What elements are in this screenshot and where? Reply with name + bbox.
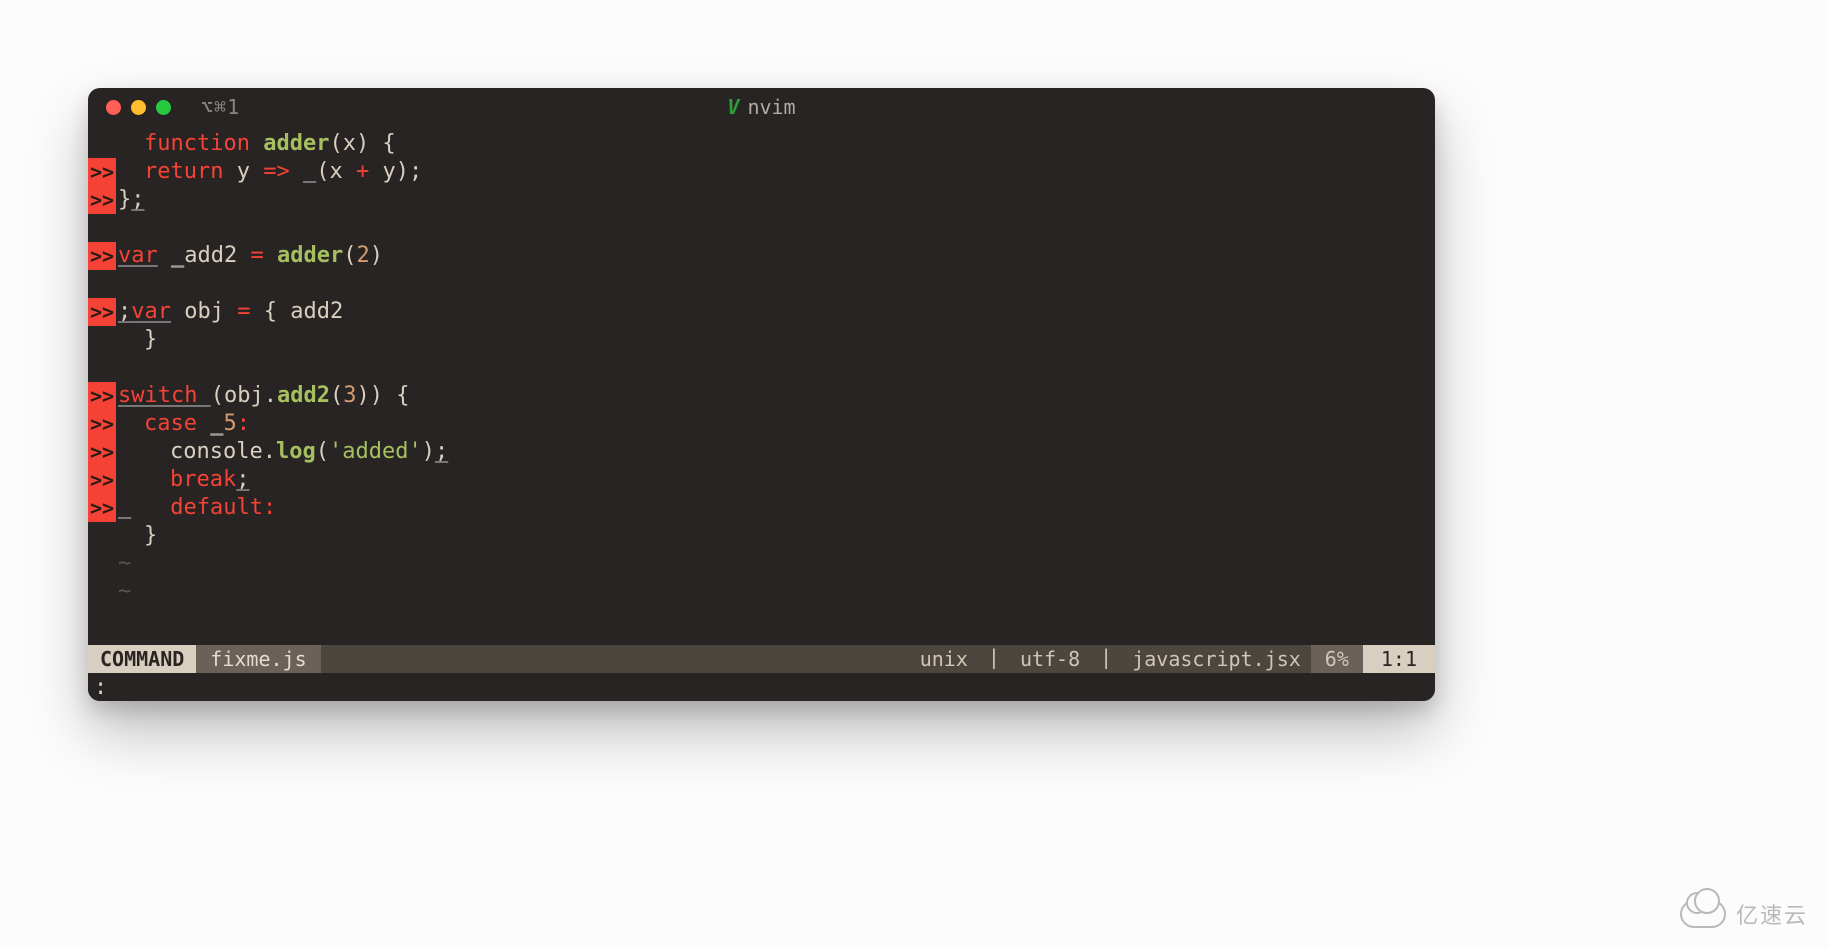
- code-line[interactable]: >>;var obj = { add2: [88, 298, 1435, 326]
- gutter: [88, 214, 116, 242]
- window-title: V nvim: [88, 95, 1435, 119]
- code-content: ;var obj = { add2: [116, 298, 343, 326]
- cloud-icon: [1680, 900, 1726, 928]
- statusline: COMMAND fixme.js unix | utf-8 | javascri…: [88, 645, 1435, 673]
- gutter: [88, 326, 116, 354]
- status-sep: |: [1090, 645, 1122, 673]
- error-sign: >>: [88, 410, 116, 438]
- close-button[interactable]: [106, 100, 121, 115]
- status-encoding: utf-8: [1010, 645, 1090, 673]
- error-sign: >>: [88, 466, 116, 494]
- code-line[interactable]: function adder(x) {: [88, 130, 1435, 158]
- error-sign: >>: [88, 158, 116, 186]
- code-content: default:: [116, 494, 276, 522]
- watermark: 亿速云: [1680, 898, 1808, 930]
- code-content: }: [116, 326, 157, 354]
- error-sign: >>: [88, 494, 116, 522]
- code-content: break;: [116, 466, 249, 494]
- error-sign: >>: [88, 242, 116, 270]
- code-line[interactable]: [88, 214, 1435, 242]
- maximize-button[interactable]: [156, 100, 171, 115]
- code-line[interactable]: >> default:: [88, 494, 1435, 522]
- code-line[interactable]: ~: [88, 550, 1435, 578]
- status-percent: 6%: [1311, 645, 1363, 673]
- code-content: function adder(x) {: [116, 130, 396, 158]
- code-line[interactable]: }: [88, 326, 1435, 354]
- code-content: ~: [116, 578, 144, 606]
- code-content: [116, 270, 118, 298]
- code-line[interactable]: >>break;: [88, 466, 1435, 494]
- gutter: [88, 578, 116, 606]
- status-fileformat: unix: [910, 645, 978, 673]
- gutter: [88, 130, 116, 158]
- code-content: };: [116, 186, 145, 214]
- window-tab-label: ⌥⌘1: [201, 95, 240, 119]
- watermark-text: 亿速云: [1736, 898, 1808, 930]
- code-line[interactable]: >>switch (obj.add2(3)) {: [88, 382, 1435, 410]
- terminal-window: ⌥⌘1 V nvim function adder(x) {>>return y…: [88, 88, 1435, 701]
- app-title: nvim: [747, 95, 795, 119]
- gutter: [88, 270, 116, 298]
- code-line[interactable]: [88, 270, 1435, 298]
- code-line[interactable]: [88, 354, 1435, 382]
- error-sign: >>: [88, 298, 116, 326]
- code-line[interactable]: }: [88, 522, 1435, 550]
- code-content: return y => (x + y);: [116, 158, 422, 186]
- error-sign: >>: [88, 186, 116, 214]
- code-content: }: [116, 522, 157, 550]
- status-filetype: javascript.jsx: [1122, 645, 1311, 673]
- status-sep: |: [978, 645, 1010, 673]
- code-line[interactable]: >>console.log('added');: [88, 438, 1435, 466]
- code-content: case _5:: [116, 410, 250, 438]
- traffic-lights: [106, 100, 171, 115]
- gutter: [88, 354, 116, 382]
- code-line[interactable]: >>case _5:: [88, 410, 1435, 438]
- code-line[interactable]: >>return y => (x + y);: [88, 158, 1435, 186]
- code-line[interactable]: >>var _add2 = adder(2): [88, 242, 1435, 270]
- code-content: var _add2 = adder(2): [116, 242, 383, 270]
- gutter: [88, 550, 116, 578]
- command-line[interactable]: :: [88, 673, 1435, 701]
- error-sign: >>: [88, 382, 116, 410]
- titlebar: ⌥⌘1 V nvim: [88, 88, 1435, 126]
- code-line[interactable]: >>};: [88, 186, 1435, 214]
- code-content: [116, 354, 118, 382]
- code-line[interactable]: ~: [88, 578, 1435, 606]
- command-prompt: :: [94, 675, 107, 700]
- status-mode: COMMAND: [88, 645, 196, 673]
- code-content: switch (obj.add2(3)) {: [116, 382, 409, 410]
- error-sign: >>: [88, 438, 116, 466]
- editor-area[interactable]: function adder(x) {>>return y => (x + y)…: [88, 126, 1435, 645]
- code-content: ~: [116, 550, 144, 578]
- code-content: [116, 214, 118, 242]
- status-position: 1:1: [1363, 645, 1435, 673]
- vim-icon: V: [727, 95, 739, 119]
- code-content: console.log('added');: [116, 438, 448, 466]
- status-filename: fixme.js: [196, 645, 320, 673]
- minimize-button[interactable]: [131, 100, 146, 115]
- gutter: [88, 522, 116, 550]
